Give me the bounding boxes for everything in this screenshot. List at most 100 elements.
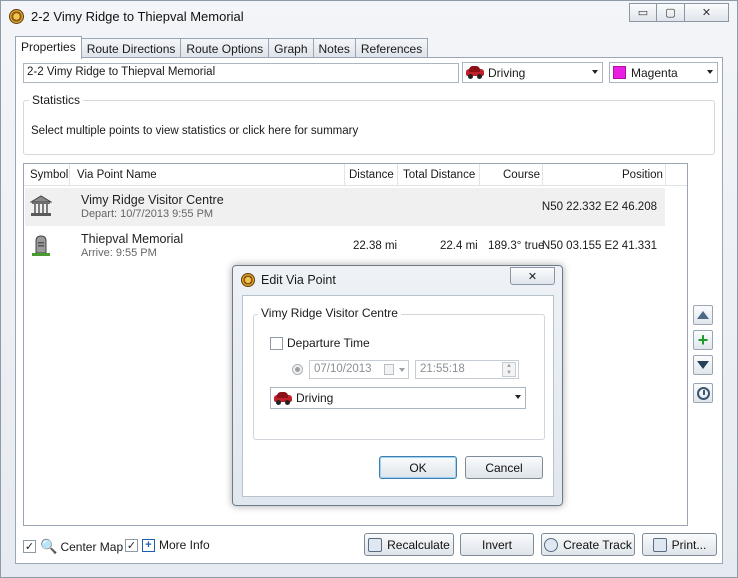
print-button[interactable]: Print... (642, 533, 717, 556)
tab-graph[interactable]: Graph (268, 38, 314, 58)
tab-strip: Properties Route Directions Route Option… (15, 36, 429, 59)
invert-button[interactable]: Invert (460, 533, 534, 556)
recalculate-label: Recalculate (387, 537, 450, 552)
info-plus-icon: + (142, 538, 155, 552)
route-name-input[interactable]: 2-2 Vimy Ridge to Thiepval Memorial (23, 63, 459, 83)
ok-label: OK (409, 460, 427, 475)
via-point-total-distance: 22.4 mi (440, 240, 478, 252)
table-row[interactable]: Thiepval Memorial Arrive: 9:55 PM 22.38 … (25, 227, 665, 265)
via-point-arrive: Arrive: 9:55 PM (81, 247, 157, 259)
close-icon: ✕ (701, 7, 712, 19)
center-map-option[interactable]: ✓ 🔍 Center Map (23, 538, 123, 555)
color-select-value: Magenta (631, 65, 678, 80)
close-icon: ✕ (527, 270, 538, 283)
chevron-down-icon (515, 395, 521, 399)
cancel-button[interactable]: Cancel (465, 456, 543, 479)
via-point-name: Vimy Ridge Visitor Centre (81, 193, 224, 207)
arrow-up-icon (697, 311, 709, 319)
track-icon (544, 537, 559, 552)
window-controls: ▭ ▢ ✕ (629, 3, 729, 22)
recalculate-button[interactable]: Recalculate (364, 533, 454, 556)
cemetery-icon (32, 235, 50, 256)
column-header-course[interactable]: Course (503, 169, 540, 189)
dialog-title: Edit Via Point (261, 273, 336, 287)
departure-time-option[interactable]: Departure Time (270, 336, 370, 350)
statistics-group: Statistics Select multiple points to vie… (23, 93, 715, 155)
create-track-label: Create Track (563, 537, 632, 552)
tab-references[interactable]: References (354, 38, 429, 58)
move-down-button[interactable] (693, 355, 713, 375)
car-icon (274, 391, 292, 405)
move-up-button[interactable] (693, 305, 713, 325)
list-header: Symbol Via Point Name Distance Total Dis… (24, 164, 687, 186)
more-info-checkbox[interactable]: ✓ (125, 538, 138, 552)
minimize-icon: ▭ (637, 7, 649, 19)
time-value: 21:55:18 (420, 363, 465, 375)
mode-select-value: Driving (488, 65, 526, 80)
dialog-close-button[interactable]: ✕ (510, 267, 555, 285)
map-zoom-icon: 🔍 (40, 538, 58, 554)
via-point-depart: Depart: 10/7/2013 9:55 PM (81, 208, 214, 220)
main-window: 2-2 Vimy Ridge to Thiepval Memorial ▭ ▢ … (0, 0, 738, 578)
ok-button[interactable]: OK (379, 456, 457, 479)
printer-icon (652, 537, 667, 552)
tab-properties[interactable]: Properties (15, 36, 82, 59)
via-point-course: 189.3° true (488, 240, 545, 252)
minimize-button[interactable]: ▭ (629, 3, 657, 22)
color-swatch (613, 66, 626, 79)
departure-time-label: Departure Time (287, 336, 370, 350)
time-picker[interactable]: 21:55:18 ▲ ▼ (415, 360, 519, 379)
time-button[interactable] (693, 383, 713, 403)
print-label: Print... (671, 537, 707, 552)
statistics-summary-link[interactable]: Select multiple points to view statistic… (31, 125, 358, 137)
column-header-total-distance[interactable]: Total Distance (403, 169, 475, 189)
tab-route-directions[interactable]: Route Directions (80, 38, 182, 58)
spinner-icon[interactable]: ▲ ▼ (502, 362, 516, 377)
statistics-legend: Statistics (29, 93, 84, 107)
column-header-position[interactable]: Position (622, 169, 663, 189)
more-info-option[interactable]: ✓ + More Info (125, 538, 210, 552)
title-bar: 2-2 Vimy Ridge to Thiepval Memorial ▭ ▢ … (1, 1, 737, 31)
close-button[interactable]: ✕ (685, 3, 729, 22)
calculator-icon (368, 537, 383, 552)
maximize-button[interactable]: ▢ (657, 3, 685, 22)
cancel-label: Cancel (485, 460, 523, 475)
column-header-symbol[interactable]: Symbol (30, 169, 68, 189)
more-info-label: More Info (159, 538, 210, 552)
via-point-name: Thiepval Memorial (81, 232, 184, 246)
tab-route-options[interactable]: Route Options (180, 38, 270, 58)
table-row[interactable]: Vimy Ridge Visitor Centre Depart: 10/7/2… (25, 188, 665, 226)
arrow-down-icon (697, 361, 709, 369)
museum-icon (30, 195, 52, 216)
dialog-mode-select[interactable]: Driving (270, 387, 526, 409)
dialog-body: Vimy Ridge Visitor Centre Departure Time… (242, 295, 554, 497)
center-map-label: Center Map (60, 539, 124, 554)
column-header-distance[interactable]: Distance (349, 169, 394, 189)
chevron-down-icon (707, 70, 713, 74)
calendar-icon (384, 364, 394, 375)
via-point-position: N50 03.155 E2 41.331 (541, 240, 657, 252)
edit-via-point-dialog: Edit Via Point ✕ Vimy Ridge Visitor Cent… (232, 265, 563, 506)
date-picker[interactable]: 07/10/2013 (309, 360, 409, 379)
clock-icon (696, 386, 710, 400)
via-point-group-title: Vimy Ridge Visitor Centre (258, 306, 401, 320)
chevron-down-icon (592, 70, 598, 74)
app-icon (9, 9, 24, 24)
mode-select[interactable]: Driving (462, 62, 603, 83)
departure-time-checkbox[interactable] (270, 336, 283, 350)
column-header-via-point-name[interactable]: Via Point Name (77, 169, 157, 189)
maximize-icon: ▢ (665, 7, 676, 19)
color-select[interactable]: Magenta (609, 62, 718, 83)
via-point-group: Vimy Ridge Visitor Centre Departure Time… (253, 306, 545, 440)
center-map-checkbox[interactable]: ✓ (23, 540, 36, 553)
tab-notes[interactable]: Notes (312, 38, 356, 58)
departure-radio[interactable] (292, 364, 303, 375)
add-via-point-button[interactable]: + (693, 330, 713, 350)
via-point-distance: 22.38 mi (353, 240, 398, 252)
dialog-mode-value: Driving (296, 391, 334, 405)
date-value: 07/10/2013 (314, 363, 372, 375)
create-track-button[interactable]: Create Track (541, 533, 635, 556)
via-point-position: N50 22.332 E2 46.208 (541, 201, 657, 213)
window-title: 2-2 Vimy Ridge to Thiepval Memorial (31, 9, 244, 24)
car-icon (466, 66, 484, 79)
